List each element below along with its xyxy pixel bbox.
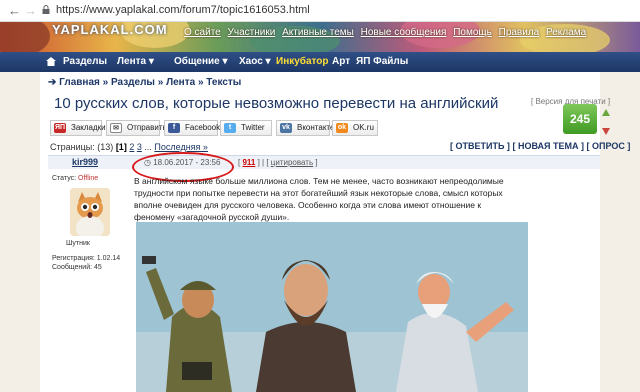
back-arrow-icon[interactable]: ← (8, 3, 21, 18)
main-content: ➔ Главная » Разделы » Лента » Тексты 10 … (40, 72, 630, 392)
top-link[interactable]: Реклама (546, 27, 586, 38)
nav-item-sections[interactable]: Разделы (63, 56, 107, 67)
forward-arrow-icon[interactable]: → (24, 3, 37, 18)
pagination: Страницы: (13) [1] 2 3 ... Последняя » (50, 142, 208, 152)
pager-label: Страницы: (50, 142, 95, 152)
yap-icon: ЯП (54, 123, 66, 133)
post-illustration[interactable] (136, 222, 528, 392)
top-link[interactable]: Активные темы (282, 27, 354, 38)
browser-address-bar: ← → https://www.yaplakal.com/forum7/topi… (0, 0, 640, 22)
poll-button[interactable]: [ ОПРОС ] (586, 141, 630, 151)
pager-total: (13) (97, 142, 114, 152)
send-button[interactable]: ✉ Отправить (106, 120, 167, 136)
site-logo[interactable]: YAPLAKAL.COM (52, 22, 168, 37)
nav-item-chaos[interactable]: Хаос ▾ (239, 56, 271, 67)
top-link[interactable]: Помощь (453, 27, 492, 38)
top-link[interactable]: Новые сообщения (361, 27, 447, 38)
share-label: OK.ru (353, 123, 374, 132)
message-count: Сообщений: 45 (52, 264, 102, 271)
nav-item-files[interactable]: ЯП Файлы (356, 56, 408, 67)
share-label: Facebook (185, 123, 221, 132)
topic-actions: [ ОТВЕТИТЬ ] [ НОВАЯ ТЕМА ] [ ОПРОС ] (450, 141, 630, 151)
rating-controls (602, 104, 612, 140)
nav-item-talk[interactable]: Общение ▾ (174, 56, 228, 67)
nav-item-feed[interactable]: Лента ▾ (117, 56, 154, 67)
rating-down-icon[interactable] (602, 127, 610, 135)
vk-button[interactable]: vk Вконтакте (276, 120, 334, 136)
registration-date: Регистрация: 1.02.14 (52, 255, 121, 262)
bookmark-button[interactable]: ЯП Закладки (50, 120, 106, 136)
page-link[interactable]: 3 (137, 142, 142, 152)
illustration-image (136, 222, 528, 392)
share-label: Twitter (241, 123, 265, 132)
vk-icon: vk (280, 123, 292, 133)
new-topic-button[interactable]: [ НОВАЯ ТЕМА ] (512, 141, 584, 151)
breadcrumb-sections[interactable]: Разделы (111, 77, 155, 88)
breadcrumb-feed[interactable]: Лента (166, 77, 195, 88)
post-meta: [ 911 ] | [ цитировать ] (238, 158, 318, 167)
banner-art (0, 22, 50, 52)
reply-button[interactable]: [ ОТВЕТИТЬ ] (450, 141, 510, 151)
top-link[interactable]: Участники (228, 27, 276, 38)
top-link[interactable]: О сайте (184, 27, 221, 38)
page-link[interactable]: 2 (129, 142, 134, 152)
top-link[interactable]: Правила (499, 27, 540, 38)
post-number[interactable]: 911 (242, 158, 255, 167)
avatar[interactable] (70, 188, 110, 236)
breadcrumb: ➔ Главная » Разделы » Лента » Тексты (48, 77, 241, 88)
status-value: Offline (78, 175, 99, 182)
top-links: О сайте Участники Активные темы Новые со… (184, 27, 590, 38)
url-text[interactable]: https://www.yaplakal.com/forum7/topic161… (56, 4, 310, 16)
cat-avatar-image (70, 188, 110, 236)
breadcrumb-separator: » (197, 77, 204, 88)
mail-icon: ✉ (110, 123, 122, 133)
rating-up-icon[interactable] (602, 109, 610, 117)
post-rating: 245 (563, 104, 597, 134)
share-label: Вконтакте (297, 123, 335, 132)
cite-link[interactable]: цитировать (271, 158, 313, 167)
breadcrumb-texts[interactable]: Тексты (206, 77, 241, 88)
breadcrumb-separator: » (102, 77, 109, 88)
breadcrumb-home[interactable]: Главная (59, 77, 100, 88)
lock-icon (42, 5, 50, 14)
nav-item-art[interactable]: Арт (332, 56, 350, 67)
ok-icon: ok (336, 123, 348, 133)
nav-item-incubator[interactable]: Инкубатор (276, 56, 329, 67)
author-stats: Регистрация: 1.02.14 Сообщений: 45 (52, 254, 120, 272)
facebook-icon: f (168, 123, 180, 133)
home-icon[interactable] (46, 57, 56, 66)
page-margin-right (600, 22, 640, 392)
author-rank: Шутник (66, 240, 90, 247)
twitter-icon: t (224, 123, 236, 133)
share-label: Закладки (71, 123, 106, 132)
status-label: Статус: (52, 175, 77, 182)
twitter-button[interactable]: t Twitter (220, 120, 272, 136)
author-status: Статус: Offline (52, 175, 98, 182)
page-title: 10 русских слов, которые невозможно пере… (54, 95, 499, 112)
share-label: Отправить (127, 123, 167, 132)
last-page-link[interactable]: Последняя » (154, 142, 208, 152)
breadcrumb-arrow-icon: ➔ (48, 77, 57, 88)
post-body: В английском языке больше миллиона слов.… (134, 176, 504, 222)
post-header: kir999 ◷ 18.06.2017 - 23:56 [ 911 ] | [ … (48, 155, 600, 169)
post-author[interactable]: kir999 (72, 157, 98, 167)
pager-dots: ... (144, 142, 152, 152)
page-margin-left (0, 22, 40, 392)
pager-current: [1] (115, 142, 127, 152)
ok-button[interactable]: ok OK.ru (332, 120, 378, 136)
facebook-button[interactable]: f Facebook (164, 120, 221, 136)
main-nav: Разделы Лента ▾ Общение ▾ Хаос ▾ Инкубат… (0, 52, 640, 72)
breadcrumb-separator: » (157, 77, 164, 88)
